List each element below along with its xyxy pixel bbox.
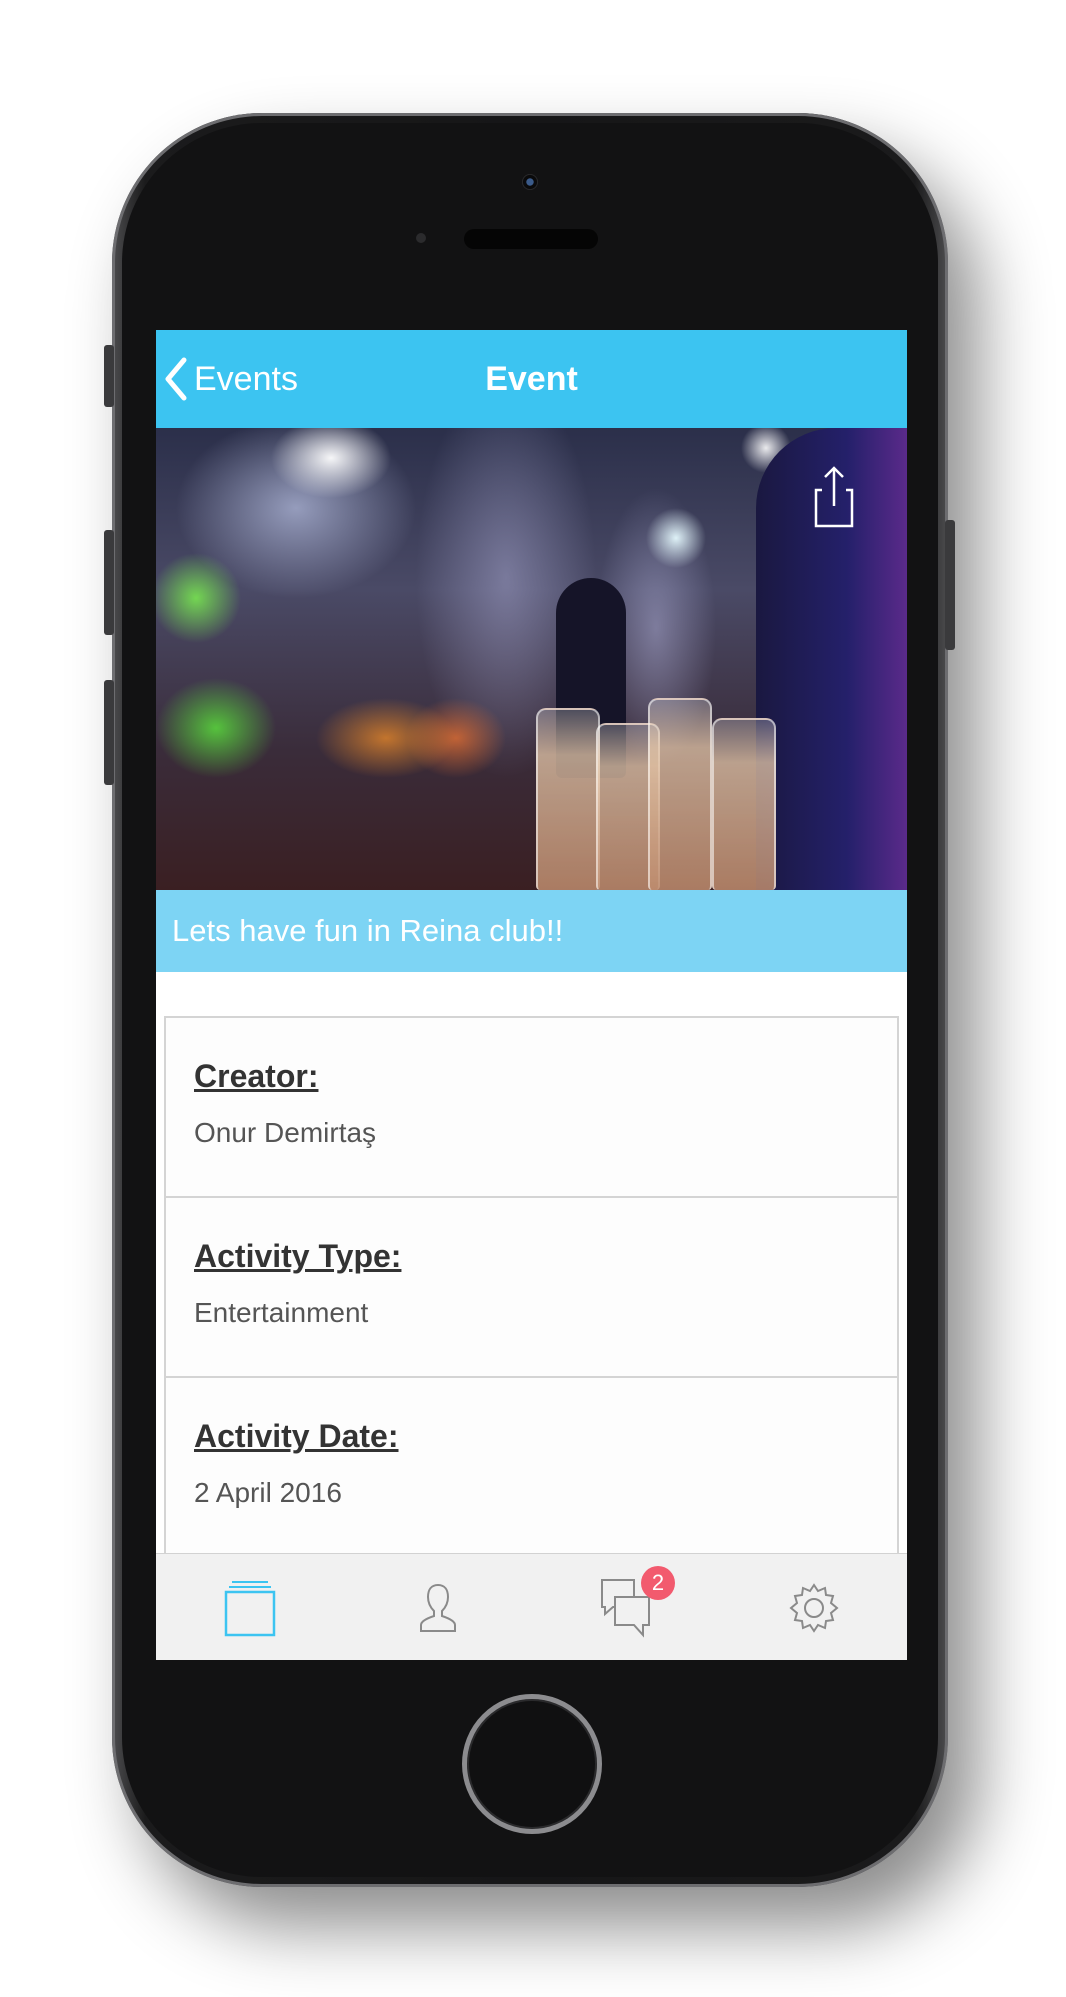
volume-down-button	[104, 680, 114, 785]
tab-events[interactable]	[156, 1554, 344, 1660]
detail-card-activity-type: Activity Type: Entertainment	[166, 1198, 897, 1378]
tab-profile[interactable]	[344, 1554, 532, 1660]
detail-label: Activity Date:	[194, 1418, 399, 1454]
tab-bar: 2	[156, 1553, 907, 1660]
gear-icon	[789, 1582, 839, 1633]
detail-value: Entertainment	[194, 1297, 369, 1328]
champagne-glass	[648, 698, 712, 890]
app-screen: Events Event Lets have fun in Reina club…	[156, 330, 907, 1660]
event-details: Creator: Onur Demirtaş Activity Type: En…	[164, 1016, 899, 1558]
mute-switch	[104, 345, 114, 407]
detail-value: 2 April 2016	[194, 1477, 342, 1508]
detail-value: Onur Demirtaş	[194, 1117, 377, 1148]
tab-messages[interactable]	[532, 1554, 720, 1660]
event-title: Lets have fun in Reina club!!	[156, 890, 907, 972]
person-icon	[420, 1583, 456, 1632]
champagne-glass	[712, 718, 776, 890]
detail-label: Activity Type:	[194, 1238, 402, 1274]
page-title: Event	[485, 360, 578, 398]
earpiece-speaker	[464, 229, 598, 249]
proximity-sensor	[416, 233, 426, 243]
home-button[interactable]	[462, 1694, 602, 1834]
volume-up-button	[104, 530, 114, 635]
power-button	[945, 520, 955, 650]
tab-settings[interactable]	[720, 1554, 907, 1660]
stack-icon	[224, 1580, 276, 1636]
champagne-glass	[536, 708, 600, 890]
navigation-bar: Events Event	[156, 330, 907, 428]
messages-badge: 2	[641, 1566, 675, 1600]
detail-card-activity-date: Activity Date: 2 April 2016	[166, 1378, 897, 1558]
share-icon[interactable]	[814, 464, 854, 528]
event-photo	[156, 428, 907, 890]
front-camera	[522, 174, 538, 190]
detail-card-creator: Creator: Onur Demirtaş	[166, 1018, 897, 1198]
detail-label: Creator:	[194, 1058, 319, 1094]
